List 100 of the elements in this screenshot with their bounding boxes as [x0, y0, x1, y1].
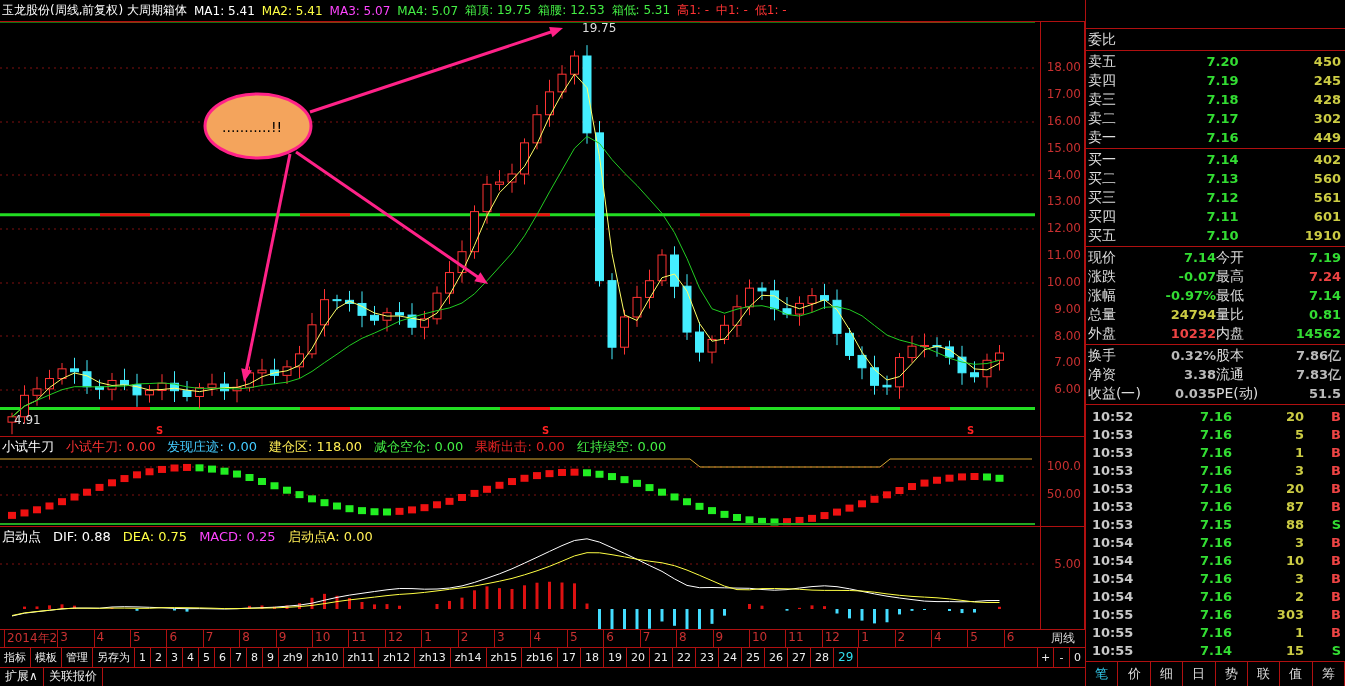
quote-label: 换手: [1088, 346, 1117, 365]
tick-price: 7.16: [1198, 570, 1232, 586]
chart-title-item: 箱顶: 19.75: [465, 2, 532, 20]
date-label: 2: [894, 630, 931, 648]
axis-label: 15.00: [1046, 140, 1081, 155]
date-label: 12: [384, 630, 422, 648]
axis-label: 7.00: [1054, 355, 1081, 370]
tick-volume: 10: [1284, 552, 1304, 568]
chart-title-item: MA2: 5.41: [261, 3, 323, 18]
axis-label: 5.00: [1054, 557, 1081, 572]
tick-volume: 1: [1293, 444, 1304, 460]
quote-label: 总量: [1088, 305, 1117, 324]
tick-time: 10:55: [1092, 624, 1135, 640]
quote-label: 最高: [1216, 267, 1245, 286]
quote-value: 7.19: [1307, 250, 1341, 265]
ask-price: 7.19: [1205, 73, 1239, 88]
chart-title-item: 中1: -: [715, 2, 748, 20]
quote-label: 流通: [1216, 365, 1245, 384]
tick-side: B: [1330, 444, 1341, 460]
tick-side: B: [1330, 552, 1341, 568]
tick-time: 10:55: [1092, 642, 1135, 658]
quote-label: 涨跌: [1088, 267, 1117, 286]
quote-value: 0.81: [1307, 307, 1341, 322]
date-label: 4: [93, 630, 130, 648]
tick-side: B: [1330, 480, 1341, 496]
quote-value: 7.86亿: [1294, 346, 1341, 365]
quote-value: 7.24: [1307, 269, 1341, 284]
date-label: 11: [348, 630, 385, 648]
high-price-label: 19.75: [582, 22, 617, 36]
tick-time: 10:54: [1092, 588, 1135, 604]
quote-value: 10232: [1169, 326, 1216, 341]
tick-time: 10:54: [1092, 534, 1135, 550]
tick-price: 7.15: [1198, 516, 1232, 532]
quote-label: 卖一: [1088, 128, 1117, 147]
ask-price: 7.18: [1205, 92, 1239, 107]
tick-side: B: [1330, 570, 1341, 586]
tick-price: 7.16: [1198, 624, 1232, 640]
chart-title-item: 箱低: 5.31: [611, 2, 671, 20]
quote-value: 7.83亿: [1294, 365, 1341, 384]
bid-price: 7.11: [1205, 209, 1239, 224]
bid-volume: 560: [1312, 171, 1341, 186]
tick-price: 7.16: [1198, 552, 1232, 568]
zoom-control[interactable]: +: [1037, 648, 1053, 667]
chart-title-item: 玉龙股份(周线,前复权) 大周期箱体: [2, 2, 187, 20]
ask-price: 7.20: [1205, 54, 1239, 69]
quote-label: 现价: [1088, 248, 1117, 267]
chart-title-item: MA4: 5.07: [397, 3, 459, 18]
indicator-legend: 红持绿空: 0.00: [576, 439, 667, 455]
ask-volume: 450: [1312, 54, 1341, 69]
quote-label: PE(动): [1216, 384, 1260, 403]
tick-price: 7.16: [1198, 534, 1232, 550]
axis-label: 50.00: [1046, 487, 1081, 502]
tick-side: B: [1330, 588, 1341, 604]
quote-label: 涨幅: [1088, 286, 1117, 305]
bid-price: 7.13: [1205, 171, 1239, 186]
ask-volume: 449: [1312, 130, 1341, 145]
low-price-label: 4.91: [14, 413, 41, 428]
date-label: 9: [712, 630, 749, 648]
quote-label: 买二: [1088, 169, 1117, 188]
axis-label: 12.00: [1046, 221, 1081, 236]
axis-label: 6.00: [1054, 382, 1081, 397]
date-label: 2014年2: [4, 630, 58, 648]
macd-legend: 启动点A: 0.00: [287, 529, 373, 545]
callout-text: ...........!!: [222, 119, 283, 136]
ask-volume: 245: [1312, 73, 1341, 88]
quote-label: 买一: [1088, 150, 1117, 169]
tick-side: B: [1330, 606, 1341, 622]
axis-label: 10.00: [1046, 274, 1081, 289]
bid-price: 7.14: [1205, 152, 1239, 167]
indicator-legend: 发现庄迹: 0.00: [167, 439, 257, 455]
quote-label: 内盘: [1216, 324, 1245, 343]
tick-price: 7.16: [1198, 426, 1232, 442]
date-label: 1: [421, 630, 458, 648]
tick-price: 7.16: [1198, 606, 1232, 622]
chart-title-item: 箱腰: 12.53: [538, 2, 605, 20]
quote-value: 0.32%: [1169, 348, 1216, 363]
date-label: 8: [676, 630, 713, 648]
chart-title-item: MA3: 5.07: [329, 3, 391, 18]
quote-label: 卖三: [1088, 90, 1117, 109]
quote-label: 外盘: [1088, 324, 1117, 343]
tick-price: 7.16: [1198, 480, 1232, 496]
date-label: 8: [239, 630, 276, 648]
tick-time: 10:53: [1092, 444, 1135, 460]
axis-label: 9.00: [1054, 301, 1081, 316]
bid-price: 7.10: [1205, 228, 1239, 243]
period-label: 周线: [1049, 630, 1076, 648]
chart-title-item: MA1: 5.41: [194, 3, 255, 18]
indicator-legend: 建仓区: 118.00: [268, 439, 362, 455]
tick-side: S: [1330, 642, 1341, 658]
date-label: 2: [457, 630, 495, 648]
axis-label: 13.00: [1046, 194, 1081, 209]
bid-volume: 561: [1312, 190, 1341, 205]
bid-volume: 402: [1312, 152, 1341, 167]
date-label: 5: [967, 630, 1004, 648]
indicator-legend: 果断出击: 0.00: [475, 439, 565, 455]
axis-label: 100.0: [1046, 459, 1081, 474]
tick-time: 10:53: [1092, 426, 1135, 442]
quote-label: 净资: [1088, 365, 1117, 384]
date-label: 10: [748, 630, 786, 648]
date-label: 12: [821, 630, 859, 648]
